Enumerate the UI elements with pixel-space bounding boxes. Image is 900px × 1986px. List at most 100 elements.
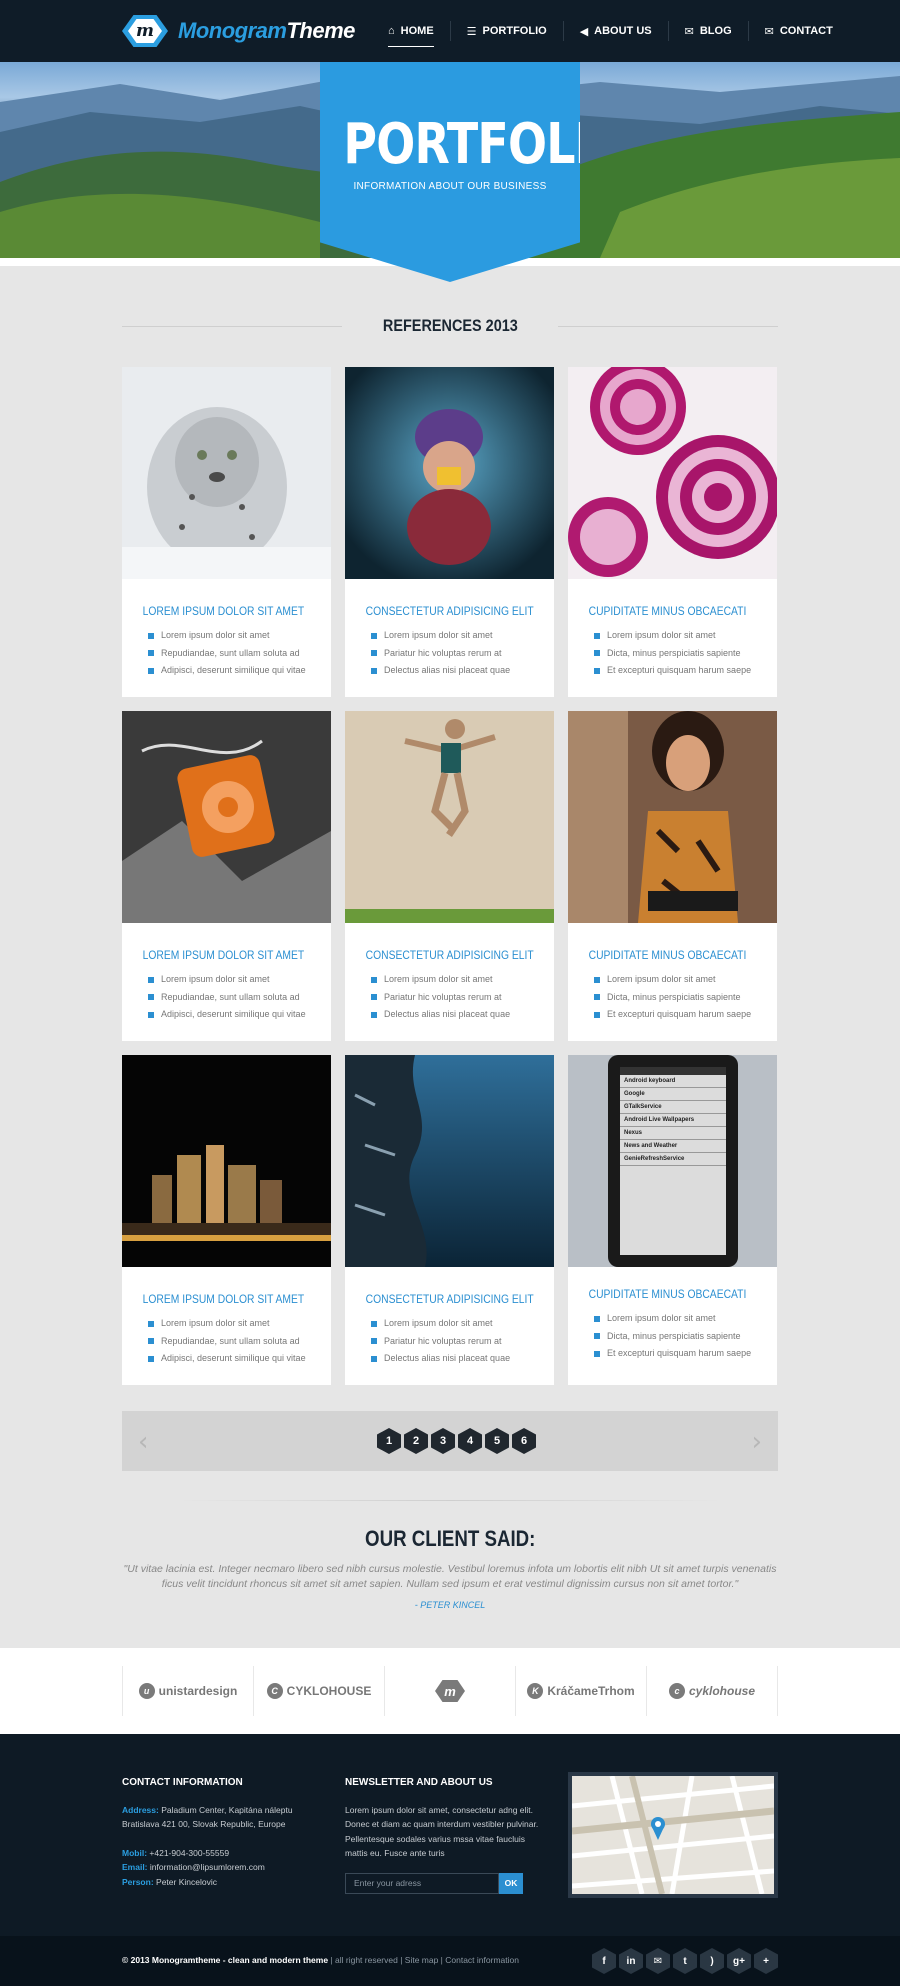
page-button[interactable]: 2 xyxy=(404,1428,428,1454)
bullet-icon xyxy=(148,1011,154,1018)
list-item: Repudiandae, sunt ullam soluta ad xyxy=(148,1333,331,1351)
card-title[interactable]: CUPIDITATE MINUS OBCAECATI xyxy=(568,584,748,618)
card-image-snow-leopard xyxy=(122,367,331,579)
card-title[interactable]: LOREM IPSUM DOLOR SIT AMET xyxy=(122,1272,305,1306)
heading-line-right xyxy=(558,326,778,327)
portfolio-card[interactable]: CUPIDITATE MINUS OBCAECATI Lorem ipsum d… xyxy=(568,711,777,1041)
newsletter-submit-button[interactable]: OK xyxy=(499,1872,523,1894)
page-subtitle: INFORMATION ABOUT OUR BUSINESS xyxy=(353,181,547,192)
phone-row: Android Live Wallpapers xyxy=(620,1114,726,1127)
list-item: Lorem ipsum dolor sit amet xyxy=(371,627,554,645)
portfolio-card[interactable]: LOREM IPSUM DOLOR SIT AMET Lorem ipsum d… xyxy=(122,367,331,697)
linkedin-icon[interactable]: in xyxy=(619,1948,643,1974)
bullet-icon xyxy=(594,1315,600,1322)
nav-item-contact[interactable]: ✉ CONTACT xyxy=(747,21,849,41)
bullet-icon xyxy=(594,650,600,657)
bullet-icon xyxy=(594,1350,600,1357)
phone-row: GTalkService xyxy=(620,1101,726,1114)
page-button[interactable]: 6 xyxy=(512,1428,536,1454)
nav-item-about-us[interactable]: ◀ ABOUT US xyxy=(562,21,668,41)
phone-row: Google xyxy=(620,1088,726,1101)
portfolio-card[interactable]: CONSECTETUR ADIPISICING ELIT Lorem ipsum… xyxy=(345,711,554,1041)
page-button[interactable]: 3 xyxy=(431,1428,455,1454)
page-list: 1 2 3 4 5 6 xyxy=(377,1428,536,1454)
card-title[interactable]: CONSECTETUR ADIPISICING ELIT xyxy=(345,928,534,962)
google-plus-icon[interactable]: g+ xyxy=(727,1948,751,1974)
list-item: Et excepturi quisquam harum saepe xyxy=(594,1345,777,1363)
client-logo-unistardesign[interactable]: u unistardesign xyxy=(122,1666,253,1716)
list-item: Pariatur hic voluptas rerum at xyxy=(371,989,554,1007)
card-title[interactable]: CONSECTETUR ADIPISICING ELIT xyxy=(345,584,534,618)
card-list: Lorem ipsum dolor sit amet Pariatur hic … xyxy=(345,1306,554,1368)
chevron-right-icon[interactable]: › xyxy=(752,1427,762,1457)
card-title[interactable]: CONSECTETUR ADIPISICING ELIT xyxy=(345,1272,534,1306)
client-logo-cyklohouse-script[interactable]: c cyklohouse xyxy=(646,1666,778,1716)
testimonial-quote: "Ut vitae lacinia est. Integer necmaro l… xyxy=(123,1563,777,1590)
page-title: PORTFOLIO xyxy=(343,112,630,177)
list-item: Lorem ipsum dolor sit amet xyxy=(148,627,331,645)
bullet-icon xyxy=(371,994,377,1001)
list-item: Lorem ipsum dolor sit amet xyxy=(148,971,331,989)
portfolio-card[interactable]: LOREM IPSUM DOLOR SIT AMET Lorem ipsum d… xyxy=(122,711,331,1041)
email-line: Email: information@lipsumlorem.com xyxy=(122,1862,265,1872)
twitter-icon[interactable]: t xyxy=(673,1948,697,1974)
bullet-icon xyxy=(371,1320,377,1327)
phone-row: News and Weather xyxy=(620,1140,726,1153)
page-button[interactable]: 4 xyxy=(458,1428,482,1454)
list-item: Delectus alias nisi placeat quae xyxy=(371,1350,554,1368)
list-item: Dicta, minus perspiciatis sapiente xyxy=(594,645,777,663)
bullet-icon xyxy=(371,1355,377,1362)
chevron-left-icon[interactable]: ‹ xyxy=(138,1427,148,1457)
bullet-icon xyxy=(371,650,377,657)
card-title[interactable]: LOREM IPSUM DOLOR SIT AMET xyxy=(122,584,305,618)
plus-icon[interactable]: + xyxy=(754,1948,778,1974)
client-logo-kracametrhom[interactable]: K KráčameTrhom xyxy=(515,1666,646,1716)
client-mark-icon: u xyxy=(138,1683,155,1699)
phone-row: GenieRefreshService xyxy=(620,1153,726,1166)
bullet-icon xyxy=(594,994,600,1001)
facebook-icon[interactable]: f xyxy=(592,1948,616,1974)
location-map[interactable] xyxy=(568,1772,778,1898)
card-list: Lorem ipsum dolor sit amet Repudiandae, … xyxy=(122,962,331,1024)
card-image-music-player xyxy=(122,711,331,923)
bullet-icon xyxy=(148,667,154,674)
nav-item-portfolio[interactable]: ☰ PORTFOLIO xyxy=(449,21,563,41)
client-mark-icon: C xyxy=(266,1683,283,1699)
social-links: f in ✉ t ) g+ + xyxy=(592,1948,778,1974)
contact-information: CONTACT INFORMATION Address: Paladium Ce… xyxy=(122,1776,312,1889)
list-icon: ☰ xyxy=(466,25,477,38)
card-title[interactable]: CUPIDITATE MINUS OBCAECATI xyxy=(568,1267,748,1301)
logo[interactable]: m MonogramTheme xyxy=(122,15,355,47)
map-graphic xyxy=(572,1776,774,1894)
portfolio-card[interactable]: Android keyboard Google GTalkService And… xyxy=(568,1055,777,1385)
footer: CONTACT INFORMATION Address: Paladium Ce… xyxy=(0,1734,900,1936)
portfolio-card[interactable]: CUPIDITATE MINUS OBCAECATI Lorem ipsum d… xyxy=(568,359,780,697)
page-button[interactable]: 5 xyxy=(485,1428,509,1454)
card-image-woman-portrait xyxy=(568,711,777,923)
client-logo-cyklohouse[interactable]: C CYKLOHOUSE xyxy=(253,1666,384,1716)
list-item: Lorem ipsum dolor sit amet xyxy=(371,971,554,989)
nav-item-home[interactable]: ⌂ HOME xyxy=(388,21,450,47)
bullet-icon xyxy=(148,1355,154,1362)
address-line: Address: Paladium Center, Kapitána nálep… xyxy=(122,1804,293,1815)
portfolio-card[interactable]: CONSECTETUR ADIPISICING ELIT Lorem ipsum… xyxy=(345,367,554,697)
mail-icon[interactable]: ✉ xyxy=(646,1948,670,1974)
bullet-icon xyxy=(594,632,600,639)
chat-bubbles-icon: ✉ xyxy=(684,25,694,38)
nav-item-blog[interactable]: ✉ BLOG xyxy=(667,21,748,41)
client-logo-monogram[interactable]: m xyxy=(384,1666,515,1716)
newsletter-email-input[interactable]: Enter your adress xyxy=(345,1872,499,1894)
person-line: Person: Peter Kincelovic xyxy=(122,1876,217,1887)
card-list: Lorem ipsum dolor sit amet Dicta, minus … xyxy=(568,618,777,680)
testimonial-author: - PETER KINCEL xyxy=(414,1600,486,1610)
portfolio-card[interactable]: CONSECTETUR ADIPISICING ELIT Lorem ipsum… xyxy=(345,1055,554,1385)
card-title[interactable]: CUPIDITATE MINUS OBCAECATI xyxy=(568,928,748,962)
card-title[interactable]: LOREM IPSUM DOLOR SIT AMET xyxy=(122,928,305,962)
bullet-icon xyxy=(371,667,377,674)
list-item: Lorem ipsum dolor sit amet xyxy=(148,1315,331,1333)
rss-icon[interactable]: ) xyxy=(700,1948,724,1974)
bullet-icon xyxy=(371,976,377,983)
page-button[interactable]: 1 xyxy=(377,1428,401,1454)
portfolio-card[interactable]: LOREM IPSUM DOLOR SIT AMET Lorem ipsum d… xyxy=(122,1055,331,1385)
